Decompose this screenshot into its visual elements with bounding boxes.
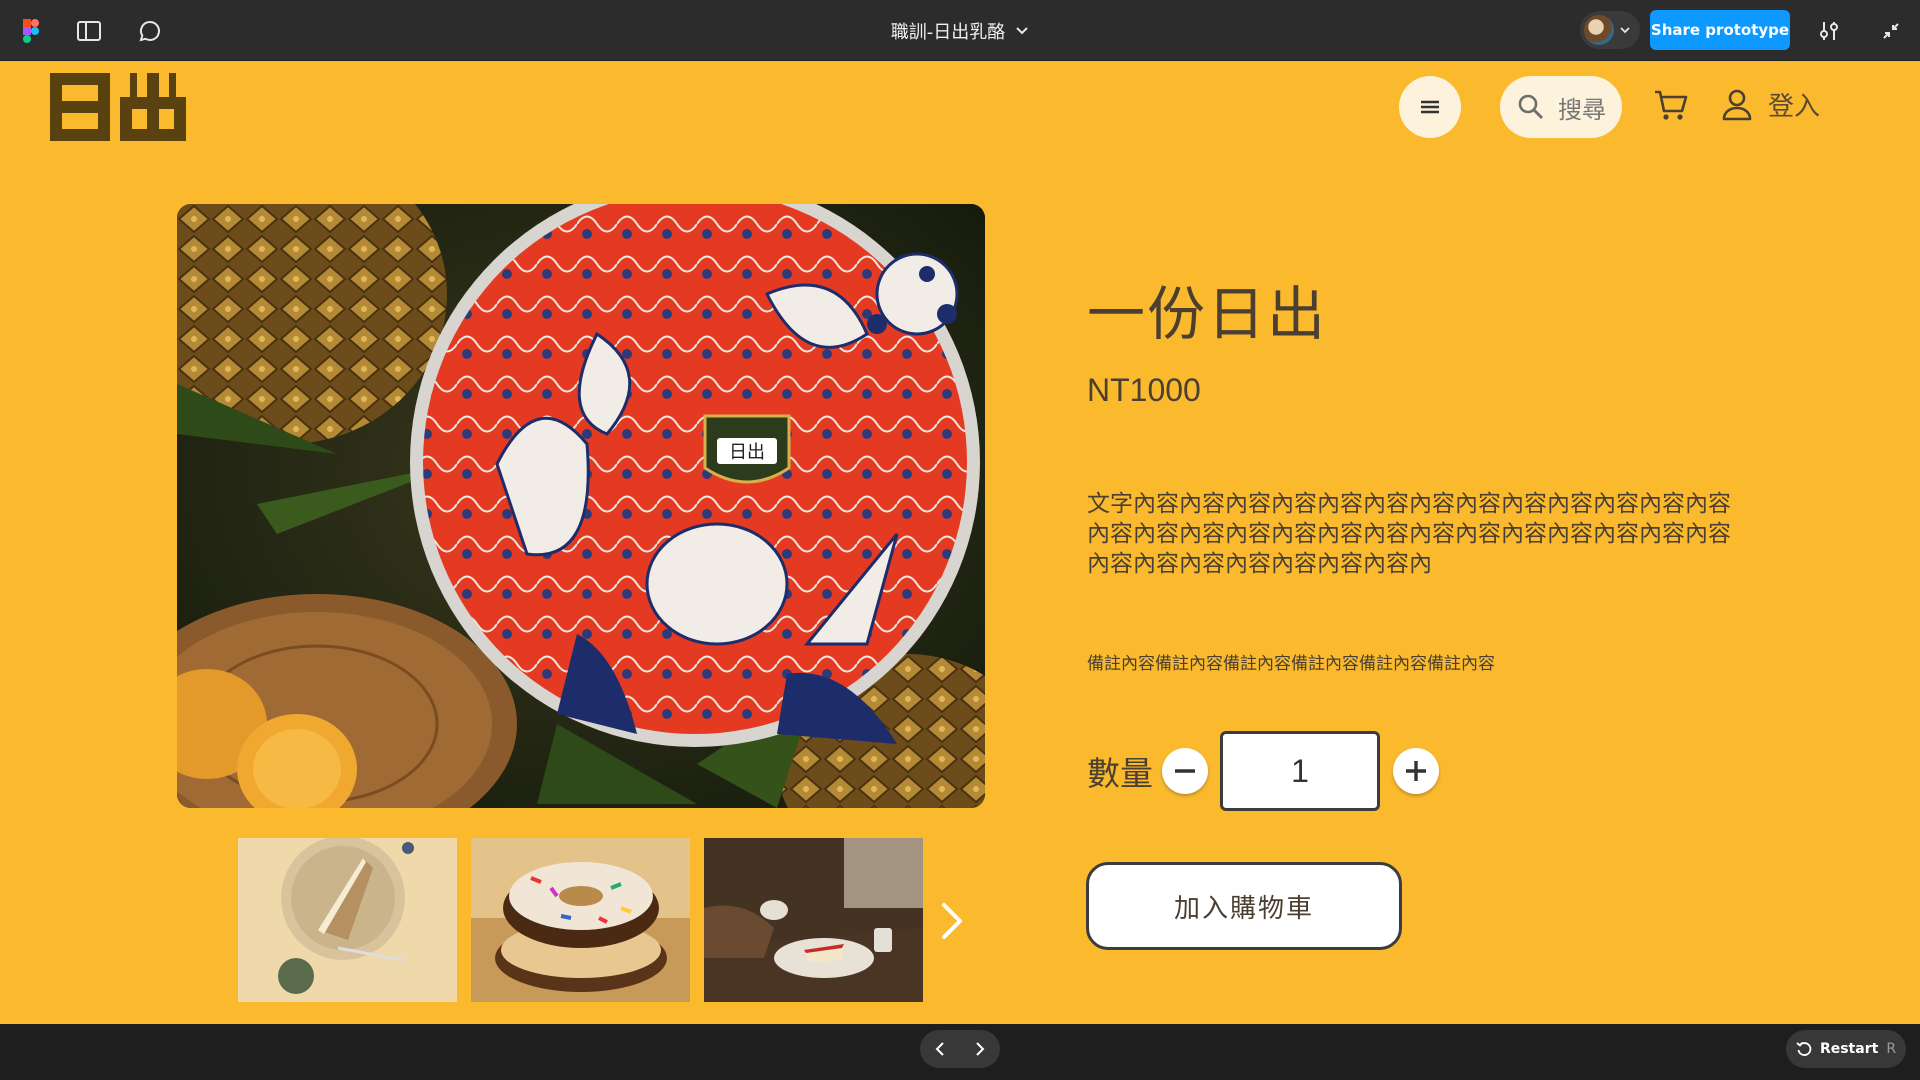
file-title-button[interactable]: 職訓-日出乳酪 xyxy=(891,18,1030,44)
quantity-label: 數量 xyxy=(1087,754,1153,793)
frame-navigation xyxy=(920,1030,1000,1068)
search-box[interactable]: 搜尋 xyxy=(1500,76,1622,138)
chevron-left-icon[interactable] xyxy=(932,1041,948,1057)
prototype-frame: 搜尋 登入 日出 一份日出 NT1000 文字內容內容內容內容內容內容內容內容內… xyxy=(0,61,1920,1024)
chevron-down-icon xyxy=(1620,27,1630,34)
svg-text:日出: 日出 xyxy=(729,442,765,463)
thumbnail-1[interactable] xyxy=(238,838,457,1002)
add-to-cart-button[interactable]: 加入購物車 xyxy=(1086,862,1402,950)
thumbnail-2[interactable] xyxy=(471,838,690,1002)
login-label: 登入 xyxy=(1768,92,1821,122)
share-prototype-button[interactable]: Share prototype xyxy=(1650,10,1790,50)
chevron-right-icon[interactable] xyxy=(972,1041,988,1057)
search-placeholder: 搜尋 xyxy=(1558,95,1606,124)
product-price: NT1000 xyxy=(1087,372,1201,408)
sidebar-toggle-icon[interactable] xyxy=(76,18,102,44)
restart-label: Restart xyxy=(1819,1041,1879,1057)
chevron-down-icon xyxy=(1016,27,1028,35)
figma-logo-icon[interactable] xyxy=(18,18,44,44)
cart-icon[interactable] xyxy=(1654,89,1690,125)
restart-icon xyxy=(1796,1041,1812,1056)
settings-sliders-icon[interactable] xyxy=(1816,18,1842,44)
restart-button[interactable]: Restart R xyxy=(1786,1030,1906,1068)
product-note: 備註內容備註內容備註內容備註內容備註內容備註內容 xyxy=(1087,654,1495,674)
plus-icon xyxy=(1406,761,1426,781)
product-main-image: 日出 xyxy=(177,204,985,808)
prototype-toolbar: 職訓-日出乳酪 Share prototype xyxy=(0,0,1920,61)
login-link[interactable]: 登入 xyxy=(1722,86,1820,123)
prototype-footer: Restart R xyxy=(0,1024,1920,1080)
file-title: 職訓-日出乳酪 xyxy=(890,22,1006,43)
product-title: 一份日出 xyxy=(1087,280,1328,348)
site-logo[interactable] xyxy=(48,71,188,143)
sunrise-logo-icon xyxy=(50,73,186,141)
thumbnail-3[interactable] xyxy=(704,838,923,1002)
user-icon xyxy=(1722,89,1752,120)
chevron-right-icon xyxy=(942,903,962,939)
quantity-increase-button[interactable] xyxy=(1393,748,1439,794)
collapse-icon[interactable] xyxy=(1878,18,1904,44)
hamburger-menu-icon xyxy=(1421,100,1439,114)
product-description: 文字內容內容內容內容內容內容內容內容內容內容內容內容內容內容內容內容內容內容內容… xyxy=(1087,491,1731,577)
menu-button[interactable] xyxy=(1399,76,1461,138)
thumbnails-next-button[interactable] xyxy=(936,899,966,943)
comment-icon[interactable] xyxy=(137,18,163,44)
minus-icon xyxy=(1175,769,1195,773)
avatar xyxy=(1584,15,1614,45)
quantity-decrease-button[interactable] xyxy=(1162,748,1208,794)
restart-shortcut: R xyxy=(1886,1041,1897,1057)
quantity-input[interactable]: 1 xyxy=(1220,731,1380,811)
search-icon xyxy=(1518,94,1544,120)
avatar-menu-button[interactable] xyxy=(1580,11,1640,49)
